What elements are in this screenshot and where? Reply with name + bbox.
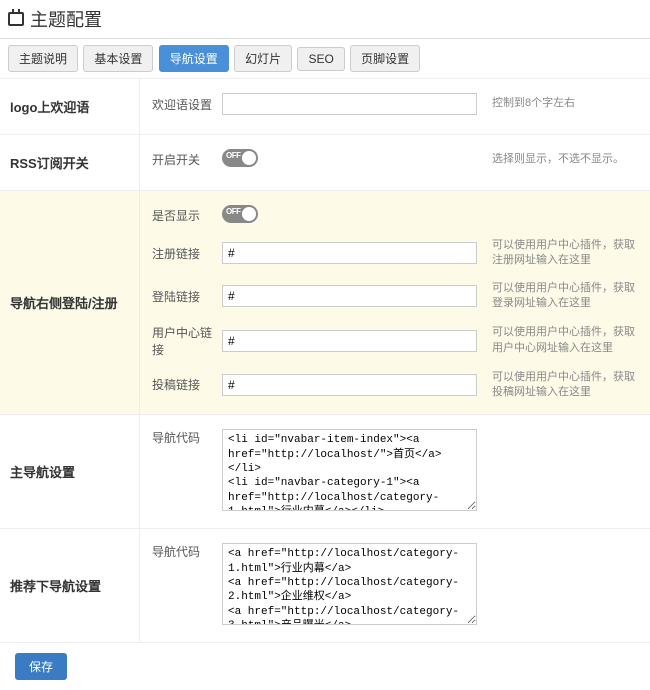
tab-basic-settings[interactable]: 基本设置 <box>83 45 153 72</box>
row-label: 导航代码 <box>152 429 222 446</box>
row-label: 开启开关 <box>152 151 222 168</box>
contribute-link-input[interactable] <box>222 374 477 396</box>
tab-footer-settings[interactable]: 页脚设置 <box>350 45 420 72</box>
section-sub-nav: 推荐下导航设置 导航代码 <box>0 529 650 643</box>
calendar-icon <box>8 12 24 26</box>
help-text: 可以使用用户中心插件，获取注册网址输入在这里 <box>477 238 638 269</box>
toggle-text: OFF <box>226 207 241 216</box>
show-toggle[interactable]: OFF <box>222 205 258 223</box>
welcome-input[interactable] <box>222 93 477 115</box>
section-logo-welcome: logo上欢迎语 欢迎语设置 控制到8个字左右 <box>0 79 650 135</box>
row-label: 登陆链接 <box>152 288 222 305</box>
register-link-input[interactable] <box>222 242 477 264</box>
section-title: 导航右侧登陆/注册 <box>0 191 140 414</box>
login-link-input[interactable] <box>222 285 477 307</box>
save-bar: 保存 <box>0 643 650 690</box>
section-title: RSS订阅开关 <box>0 135 140 190</box>
row-label: 投稿链接 <box>152 376 222 393</box>
help-text: 可以使用用户中心插件，获取登录网址输入在这里 <box>477 281 638 312</box>
section-title: logo上欢迎语 <box>0 79 140 134</box>
tab-nav-settings[interactable]: 导航设置 <box>159 45 229 72</box>
usercenter-link-input[interactable] <box>222 330 477 352</box>
mainnav-code-textarea[interactable] <box>222 429 477 511</box>
toggle-text: OFF <box>226 151 241 160</box>
help-text: 可以使用用户中心插件，获取用户中心网址输入在这里 <box>477 325 638 356</box>
help-text: 可以使用用户中心插件，获取投稿网址输入在这里 <box>477 370 638 401</box>
rss-toggle[interactable]: OFF <box>222 149 258 167</box>
tab-theme-desc[interactable]: 主题说明 <box>8 45 78 72</box>
subnav-code-textarea[interactable] <box>222 543 477 625</box>
row-label: 是否显示 <box>152 207 222 224</box>
row-label: 用户中心链接 <box>152 324 222 358</box>
save-button[interactable]: 保存 <box>15 653 67 680</box>
section-rss: RSS订阅开关 开启开关 OFF 选择则显示，不选不显示。 <box>0 135 650 191</box>
help-text: 选择则显示，不选不显示。 <box>477 152 638 167</box>
page-header: 主题配置 <box>0 0 650 39</box>
section-login-register: 导航右侧登陆/注册 是否显示 OFF 注册链接 可以使用用户中心插件，获取注册网… <box>0 191 650 415</box>
section-title: 主导航设置 <box>0 415 140 528</box>
row-label: 欢迎语设置 <box>152 96 222 113</box>
row-label: 导航代码 <box>152 543 222 560</box>
page-title: 主题配置 <box>30 6 102 32</box>
tab-bar: 主题说明 基本设置 导航设置 幻灯片 SEO 页脚设置 <box>0 39 650 79</box>
row-label: 注册链接 <box>152 245 222 262</box>
tab-slides[interactable]: 幻灯片 <box>234 45 292 72</box>
section-title: 推荐下导航设置 <box>0 529 140 642</box>
help-text: 控制到8个字左右 <box>477 96 638 111</box>
tab-seo[interactable]: SEO <box>297 47 344 71</box>
section-main-nav: 主导航设置 导航代码 <box>0 415 650 529</box>
